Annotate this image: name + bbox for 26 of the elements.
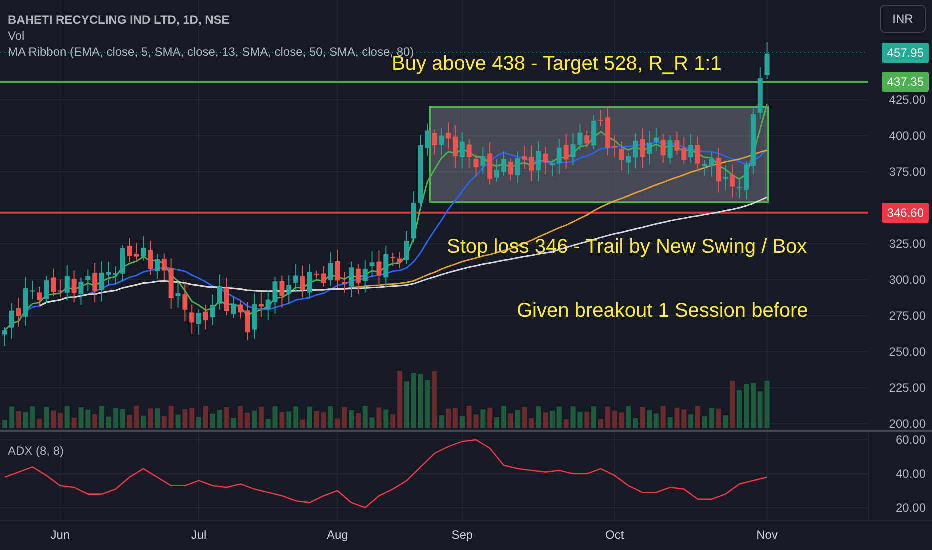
month-label: Jul	[190, 528, 208, 542]
currency-button[interactable]: INR	[880, 5, 926, 33]
price-tag: 346.60	[882, 202, 929, 223]
price-tick: 275.00	[889, 308, 926, 324]
month-label: Jun	[50, 528, 72, 542]
price-tick: 250.00	[889, 344, 926, 360]
price-tick: 325.00	[889, 236, 926, 252]
price-tick: 375.00	[889, 164, 926, 180]
price-tag: 437.35	[882, 72, 929, 92]
price-tick: 425.00	[889, 92, 926, 108]
adx-tick: 20.00	[896, 500, 926, 516]
month-label: Oct	[604, 528, 626, 542]
month-label: Aug	[326, 528, 350, 542]
indicator-label: ADX (8, 8)	[8, 444, 64, 458]
adx-tick: 40.00	[896, 466, 926, 482]
price-tick: 300.00	[889, 272, 926, 288]
price-tick: 400.00	[889, 128, 926, 144]
month-label: Sep	[450, 528, 474, 542]
symbol-title: BAHETI RECYCLING IND LTD, 1D, NSE	[8, 13, 231, 28]
indicator-label: Vol	[8, 29, 26, 44]
price-tag: 457.95	[882, 42, 929, 63]
price-tick: 225.00	[889, 380, 926, 396]
annotation-text: Given breakout 1 Session before	[517, 300, 808, 323]
adx-tick: 60.00	[896, 432, 926, 448]
month-label: Nov	[756, 528, 779, 542]
price-tick: 200.00	[889, 416, 926, 432]
